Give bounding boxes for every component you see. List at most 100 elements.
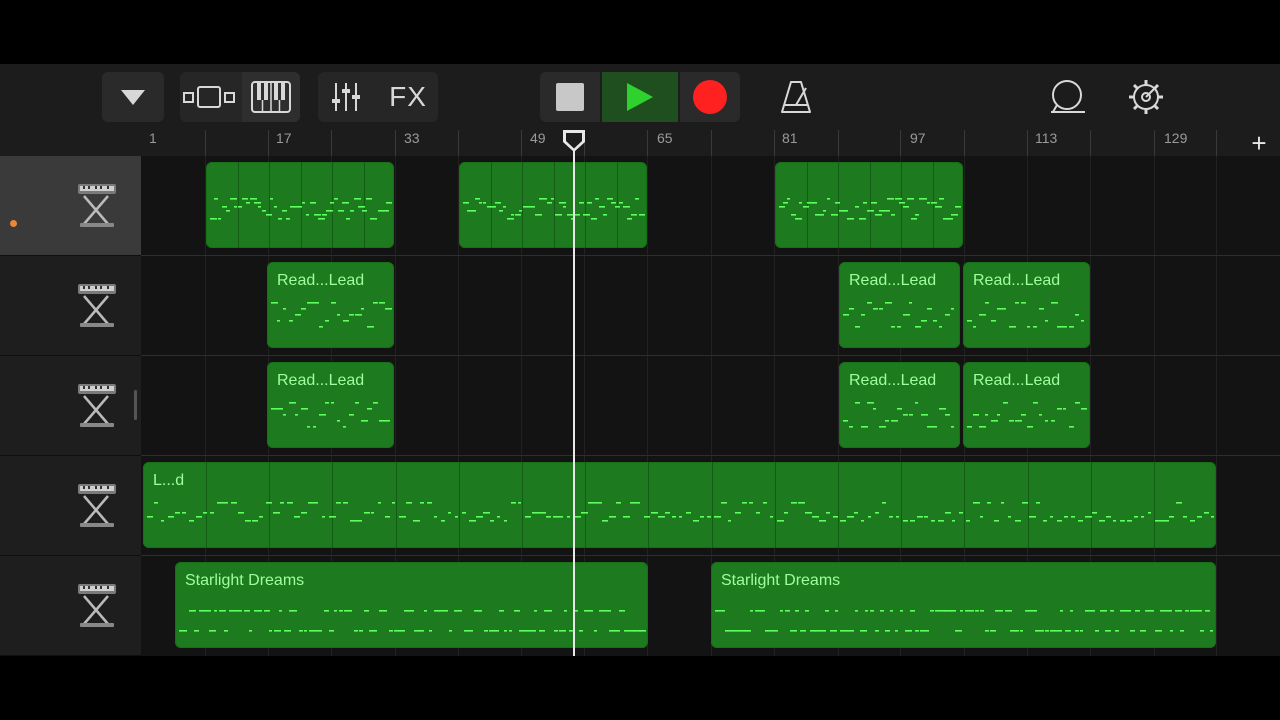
metronome-icon	[781, 81, 811, 113]
ruler-bar-label: 129	[1164, 130, 1188, 146]
track-header-2[interactable]	[0, 256, 141, 356]
stop-icon	[556, 83, 584, 111]
ruler-bar-label: 49	[530, 130, 546, 146]
ruler-tick	[838, 130, 839, 156]
midi-region[interactable]: Read...Lead	[839, 262, 960, 348]
midi-region[interactable]: Read...Lead	[267, 262, 394, 348]
lane-separator	[141, 455, 1280, 456]
region-name: Read...Lead	[277, 372, 365, 389]
midi-region[interactable]: L...d	[143, 462, 1216, 548]
tracks-view-icon	[183, 86, 235, 108]
ruler-bar-label: 33	[404, 130, 420, 146]
region-name: Starlight Dreams	[185, 572, 305, 589]
ruler-tick	[711, 130, 712, 156]
gear-icon	[1129, 80, 1163, 114]
record-icon	[693, 80, 727, 114]
region-name: Read...Lead	[849, 372, 937, 389]
play-button[interactable]	[602, 72, 678, 122]
tracks-view-button[interactable]	[180, 72, 238, 122]
stop-button[interactable]	[540, 72, 600, 122]
ruler-tick	[774, 130, 775, 156]
ruler-tick	[331, 130, 332, 156]
playhead-handle[interactable]	[561, 128, 587, 154]
loop-icon	[1051, 80, 1085, 113]
midi-region[interactable]: Starlight Dreams	[711, 562, 1216, 648]
midi-notes	[711, 602, 1216, 642]
midi-notes	[143, 498, 1216, 538]
ruler-tick	[647, 130, 648, 156]
region-name: Read...Lead	[849, 272, 937, 289]
letterbox-top	[0, 0, 1280, 64]
metronome-button[interactable]	[768, 72, 824, 122]
keyboard-view-button[interactable]	[242, 72, 300, 122]
midi-region[interactable]: Read...Lead	[839, 362, 960, 448]
midi-region[interactable]: Read...Lead	[963, 262, 1090, 348]
region-name: Read...Lead	[973, 272, 1061, 289]
region-name: L...d	[153, 472, 185, 489]
play-icon	[627, 83, 653, 111]
ruler-bar-label: 65	[657, 130, 673, 146]
header-resize-handle[interactable]	[134, 390, 137, 420]
track-header-1[interactable]	[0, 156, 141, 256]
view-toggle-group	[180, 72, 300, 122]
mixer-fx-group: FX	[318, 72, 438, 122]
midi-region[interactable]	[459, 162, 647, 248]
track-header-3[interactable]	[0, 356, 141, 456]
keyboard-stand-icon	[74, 478, 120, 532]
ruler-tick	[900, 130, 901, 156]
midi-region[interactable]: Starlight Dreams	[175, 562, 648, 648]
record-button[interactable]	[680, 72, 740, 122]
lane-separator	[141, 555, 1280, 556]
ruler-tick	[1216, 130, 1217, 156]
selected-track-indicator	[10, 220, 17, 227]
midi-region[interactable]: Read...Lead	[963, 362, 1090, 448]
ruler-tick	[205, 130, 206, 156]
midi-notes	[459, 192, 647, 232]
track-header-4[interactable]	[0, 456, 141, 556]
ruler-tick	[395, 130, 396, 156]
midi-notes	[775, 192, 963, 232]
settings-button[interactable]	[1118, 72, 1174, 122]
mixer-button[interactable]	[318, 72, 374, 122]
ruler-bar-label: 17	[276, 130, 292, 146]
track-lanes[interactable]: Read...Lead Read...Lead Read...Lead Read...…	[141, 156, 1280, 656]
track-headers	[0, 156, 141, 656]
midi-notes	[175, 602, 648, 642]
fx-button[interactable]: FX	[378, 72, 438, 122]
midi-region[interactable]: Read...Lead	[267, 362, 394, 448]
lane-separator	[141, 355, 1280, 356]
playhead-line[interactable]	[573, 130, 575, 656]
keyboard-stand-icon	[74, 278, 120, 332]
sliders-icon	[332, 83, 360, 111]
region-name: Starlight Dreams	[721, 572, 841, 589]
add-section-button[interactable]: +	[1240, 128, 1278, 158]
browser-dropdown-button[interactable]	[102, 72, 164, 122]
control-bar: FX	[0, 64, 1280, 130]
loop-browser-button[interactable]	[1040, 72, 1096, 122]
keyboard-stand-icon	[74, 378, 120, 432]
ruler-tick	[458, 130, 459, 156]
ruler-bar-label: 97	[910, 130, 926, 146]
ruler-bar-label: 113	[1035, 130, 1058, 146]
track-header-5[interactable]	[0, 556, 141, 656]
ruler-bar-label: 1	[149, 130, 157, 146]
ruler-tick	[964, 130, 965, 156]
ruler-tick	[1027, 130, 1028, 156]
letterbox-bottom	[0, 656, 1280, 720]
midi-notes	[839, 398, 960, 438]
midi-notes	[206, 192, 394, 232]
triangle-down-icon	[121, 90, 145, 105]
midi-notes	[839, 298, 960, 338]
midi-notes	[267, 298, 394, 338]
midi-region[interactable]	[775, 162, 963, 248]
ruler-bar-label: 81	[782, 130, 798, 146]
fx-label: FX	[389, 81, 427, 112]
midi-notes	[963, 298, 1090, 338]
midi-region[interactable]	[206, 162, 394, 248]
keyboard-stand-icon	[74, 178, 120, 232]
ruler-tick	[521, 130, 522, 156]
region-name: Read...Lead	[277, 272, 365, 289]
piano-keys-icon	[251, 81, 291, 113]
lane-separator	[141, 255, 1280, 256]
bar-ruler[interactable]: 1 17 33 49 65 81 97 113 129	[0, 130, 1280, 156]
